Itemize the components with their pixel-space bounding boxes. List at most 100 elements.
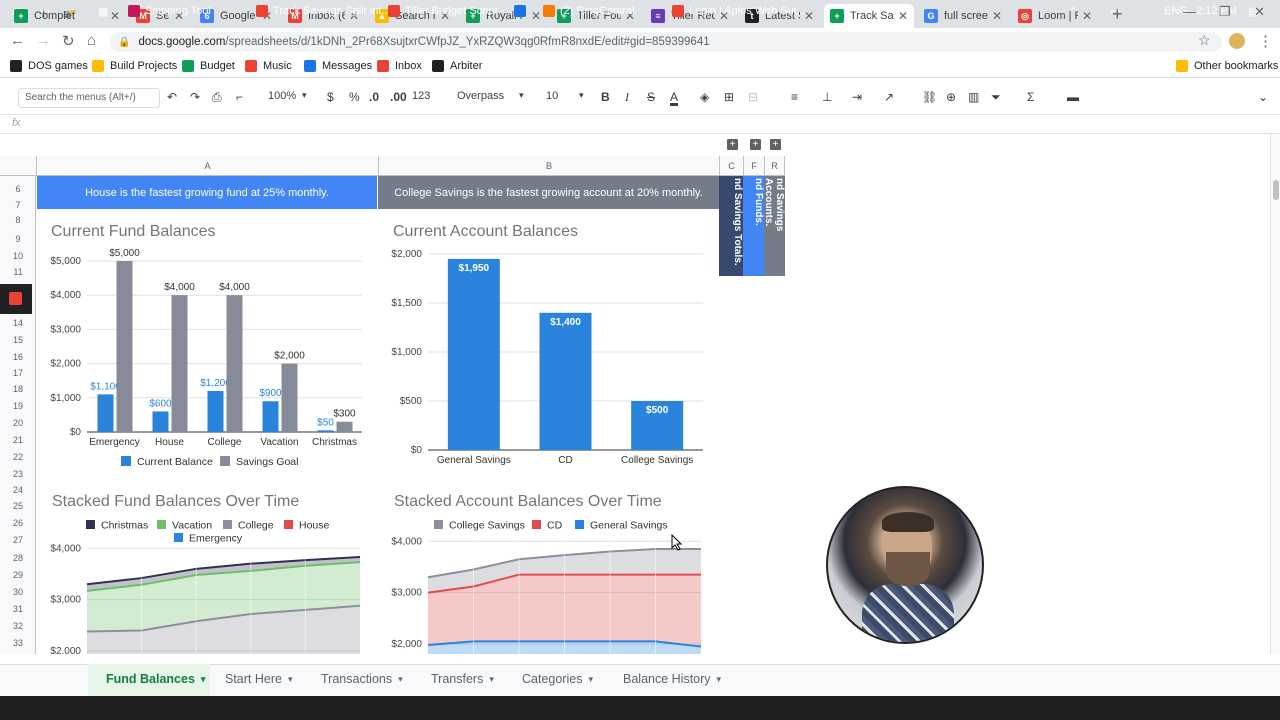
- link-icon[interactable]: ⛓: [922, 90, 937, 104]
- functions-icon[interactable]: Σ: [1027, 90, 1034, 104]
- chevron-down-icon[interactable]: ▾: [489, 674, 494, 685]
- browser-tab[interactable]: ◎ Loom | Fr ✕: [1012, 4, 1098, 28]
- chart-current-fund-balances[interactable]: Current Fund Balances $0 $1,000 $2,000 $3,0…: [37, 210, 377, 475]
- chevron-down-icon[interactable]: ▾: [288, 674, 293, 685]
- chevron-down-icon[interactable]: ▾: [398, 674, 403, 685]
- close-tab-icon[interactable]: ✕: [898, 9, 908, 23]
- row-header[interactable]: 17: [0, 368, 36, 378]
- bookmark-item[interactable]: DOS games: [10, 60, 88, 72]
- close-tab-icon[interactable]: ✕: [110, 9, 120, 23]
- chart-stacked-account-balances[interactable]: Stacked Account Balances Over Time $2,00…: [378, 480, 719, 654]
- formula-bar[interactable]: fx: [0, 114, 1280, 134]
- close-tab-icon[interactable]: ✕: [804, 9, 814, 23]
- bookmark-item[interactable]: Messages: [304, 60, 372, 72]
- row-header[interactable]: 27: [0, 535, 36, 545]
- text-color-button[interactable]: A: [670, 90, 678, 104]
- row-header[interactable]: 8: [0, 215, 36, 225]
- reload-icon[interactable]: ↻: [62, 32, 75, 50]
- more-formats-button[interactable]: 123: [412, 90, 430, 102]
- row-header[interactable]: 33: [0, 638, 36, 648]
- row-header[interactable]: 7: [0, 200, 36, 210]
- browser-tab[interactable]: Gfull scree ✕: [918, 4, 1008, 28]
- column-header-a[interactable]: A: [36, 156, 378, 176]
- taskbar-item[interactable]: Track Savings Split int...: [256, 5, 391, 17]
- bookmark-item[interactable]: Arbiter: [432, 60, 482, 72]
- row-header[interactable]: 25: [0, 501, 36, 511]
- sheet-tab[interactable]: Categories ▾: [522, 672, 593, 686]
- bookmark-item[interactable]: Build Projects: [92, 60, 177, 72]
- row-header[interactable]: 31: [0, 604, 36, 614]
- borders-icon[interactable]: ⊞: [724, 90, 734, 104]
- browser-menu-icon[interactable]: ⋮: [1258, 32, 1273, 50]
- expand-group-icon[interactable]: +: [750, 139, 761, 150]
- bookmark-item[interactable]: Budget: [182, 60, 235, 72]
- chart-stacked-fund-balances[interactable]: Stacked Fund Balances Over Time $2,000 $3…: [37, 480, 377, 654]
- font-select[interactable]: Overpass: [457, 90, 504, 102]
- merge-cells-icon[interactable]: ⊟: [748, 90, 758, 104]
- row-header[interactable]: 29: [0, 570, 36, 580]
- row-header[interactable]: 26: [0, 518, 36, 528]
- chart-current-account-balances[interactable]: Current Account Balances $0 $500 $1,000 $1,…: [378, 210, 719, 475]
- chevron-down-icon[interactable]: ▾: [201, 674, 206, 685]
- browser-tab[interactable]: + Complet ✕: [8, 4, 126, 28]
- restore-icon[interactable]: ❐: [1219, 4, 1231, 20]
- chart-icon[interactable]: ▥: [968, 90, 979, 104]
- close-tab-icon[interactable]: ✕: [992, 9, 1002, 23]
- row-header[interactable]: 14: [0, 318, 36, 328]
- zoom-select[interactable]: 100%: [268, 90, 296, 102]
- column-header-c[interactable]: C: [719, 156, 743, 176]
- other-bookmarks[interactable]: Other bookmarks: [1176, 60, 1278, 72]
- text-rotate-icon[interactable]: ↗: [884, 90, 894, 104]
- bookmark-item[interactable]: Inbox: [377, 60, 422, 72]
- currency-button[interactable]: $: [327, 90, 334, 104]
- input-tools-icon[interactable]: ▬: [1067, 90, 1079, 104]
- expand-group-icon[interactable]: +: [727, 139, 738, 150]
- row-header[interactable]: 23: [0, 469, 36, 479]
- row-header[interactable]: 16: [0, 352, 36, 362]
- row-header[interactable]: 24: [0, 485, 36, 495]
- sheet-tab[interactable]: Transactions ▾: [321, 672, 403, 686]
- row-header[interactable]: 30: [0, 587, 36, 597]
- filter-icon[interactable]: ⏷: [991, 90, 1001, 105]
- taskbar-item[interactable]: [514, 5, 531, 17]
- column-header-r[interactable]: R: [764, 156, 785, 176]
- row-header[interactable]: 28: [0, 553, 36, 563]
- menu-search-input[interactable]: Search the menus (Alt+/): [18, 88, 160, 108]
- row-header[interactable]: 22: [0, 452, 36, 462]
- star-icon[interactable]: ☆: [1198, 32, 1211, 49]
- sheet-tab[interactable]: Balance History ▾: [623, 672, 721, 686]
- column-header-f[interactable]: F: [743, 156, 764, 176]
- close-tab-icon[interactable]: ✕: [531, 9, 541, 23]
- taskbar-item[interactable]: Snipping Tool: [128, 5, 211, 17]
- print-icon[interactable]: ⎙: [212, 90, 222, 105]
- row-header[interactable]: 20: [0, 418, 36, 428]
- sheet-tab[interactable]: Transfers ▾: [431, 672, 494, 686]
- vertical-scrollbar[interactable]: [1270, 134, 1280, 654]
- close-window-icon[interactable]: ✕: [1254, 4, 1265, 20]
- profile-avatar[interactable]: [1229, 33, 1245, 49]
- fill-color-icon[interactable]: ◈: [700, 90, 709, 104]
- row-header[interactable]: 18: [0, 384, 36, 394]
- align-vertical-icon[interactable]: ⊥: [822, 90, 832, 104]
- address-bar[interactable]: 🔒 docs.google.com/spreadsheets/d/1kDNh_2…: [110, 32, 1222, 52]
- expand-group-icon[interactable]: +: [770, 139, 781, 150]
- decrease-decimal-button[interactable]: .0: [369, 90, 379, 104]
- row-header[interactable]: 19: [0, 401, 36, 411]
- row-header[interactable]: 9: [0, 234, 36, 244]
- row-header[interactable]: 10: [0, 251, 36, 261]
- redo-icon[interactable]: ↷: [190, 90, 200, 104]
- scrollbar-thumb[interactable]: [1273, 180, 1279, 200]
- sheet-tab[interactable]: Start Here ▾: [225, 672, 293, 686]
- taskbar-item[interactable]: Login | Aplos Web Sui...: [672, 5, 805, 17]
- forward-icon[interactable]: →: [36, 32, 51, 49]
- new-tab-icon[interactable]: +: [1112, 4, 1123, 25]
- chevron-down-icon[interactable]: ▾: [588, 674, 593, 685]
- text-wrap-icon[interactable]: ⇥: [852, 90, 862, 104]
- sheet-tab[interactable]: Fund Balances ▾: [106, 672, 205, 686]
- minimize-icon[interactable]: —: [1183, 4, 1196, 19]
- stop-recording-icon[interactable]: [9, 292, 22, 305]
- home-icon[interactable]: ⌂: [87, 32, 96, 49]
- row-header[interactable]: 11: [0, 267, 36, 277]
- undo-icon[interactable]: ↶: [167, 90, 177, 104]
- strikethrough-button[interactable]: S: [647, 90, 655, 104]
